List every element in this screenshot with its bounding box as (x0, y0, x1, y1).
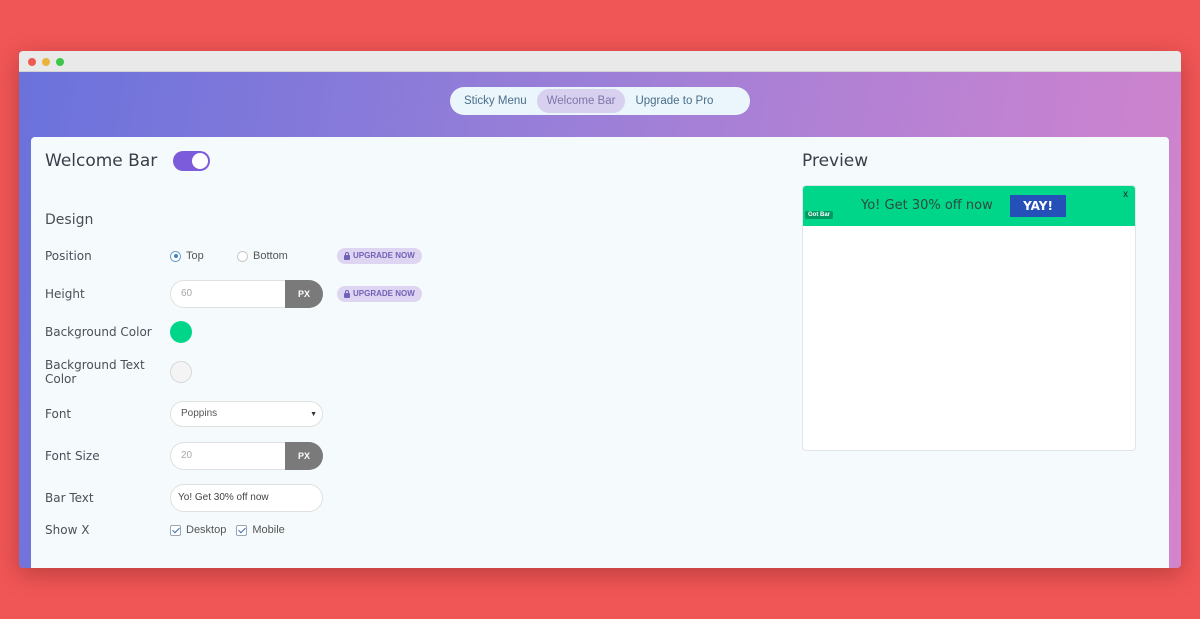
settings-panel: Welcome Bar Design Position Top Bottom U… (31, 137, 1169, 568)
background-text-color-swatch[interactable] (170, 361, 192, 383)
browser-window: Sticky Menu Welcome Bar Upgrade to Pro W… (19, 51, 1181, 568)
height-input[interactable]: 60 (170, 280, 285, 308)
show-x-label: Show X (45, 523, 90, 537)
radio-icon (237, 250, 248, 262)
maximize-window-icon[interactable] (56, 58, 64, 66)
height-unit: PX (285, 280, 323, 308)
minimize-window-icon[interactable] (42, 58, 50, 66)
page-title: Welcome Bar (45, 151, 158, 171)
position-bottom-radio[interactable]: Bottom (237, 250, 337, 262)
font-size-input[interactable]: 20 (170, 442, 285, 470)
close-icon[interactable]: x (1123, 189, 1128, 200)
toggle-knob (192, 153, 209, 169)
font-size-unit: PX (285, 442, 323, 470)
show-x-mobile-checkbox[interactable]: Mobile (236, 524, 285, 536)
background-color-swatch[interactable] (170, 321, 192, 343)
height-row: Height 60 PX UPGRADE NOW (45, 280, 422, 308)
height-input-group: 60 PX (170, 280, 323, 308)
checkbox-icon (170, 524, 181, 536)
font-size-row: Font Size 20 PX (45, 442, 323, 470)
preview-welcome-bar: Yo! Get 30% off now YAY! x Got Bar (803, 186, 1135, 226)
design-section-title: Design (45, 212, 94, 228)
chevron-down-icon: ▼ (310, 411, 317, 418)
desktop-label: Desktop (186, 524, 227, 536)
radio-icon (170, 250, 181, 262)
bar-text-row: Bar Text Yo! Get 30% off now (45, 484, 323, 512)
font-label: Font (45, 407, 72, 421)
height-label: Height (45, 287, 85, 301)
background-text-color-row: Background Text Color (45, 358, 192, 386)
show-x-row: Show X Desktop Mobile (45, 523, 295, 537)
checkbox-icon (236, 524, 248, 536)
background-text-color-label: Background Text Color (45, 358, 145, 386)
upgrade-now-badge[interactable]: UPGRADE NOW (337, 248, 422, 264)
lock-icon (344, 289, 350, 298)
font-select[interactable]: Poppins ▼ (170, 401, 323, 427)
preview-title: Preview (802, 151, 869, 171)
position-radio-group: Top Bottom (170, 250, 337, 262)
preview-bar-text: Yo! Get 30% off now (861, 198, 993, 213)
upgrade-now-badge[interactable]: UPGRADE NOW (337, 286, 422, 302)
welcome-bar-toggle[interactable] (173, 151, 211, 171)
position-label: Position (45, 249, 92, 263)
background-color-label: Background Color (45, 325, 152, 339)
preview-box: Yo! Get 30% off now YAY! x Got Bar (802, 185, 1136, 451)
font-row: Font Poppins ▼ (45, 401, 323, 427)
radio-label-top: Top (186, 250, 204, 262)
page-header: Welcome Bar (45, 151, 211, 171)
tab-upgrade-to-pro[interactable]: Upgrade to Pro (625, 89, 723, 113)
bar-text-label: Bar Text (45, 491, 94, 505)
tab-welcome-bar[interactable]: Welcome Bar (536, 89, 626, 113)
mobile-label: Mobile (252, 524, 285, 536)
position-top-radio[interactable]: Top (170, 250, 237, 262)
background-color-row: Background Color (45, 321, 192, 343)
close-window-icon[interactable] (28, 58, 36, 66)
upgrade-now-label: UPGRADE NOW (353, 289, 415, 298)
font-select-value: Poppins (181, 408, 218, 419)
window-titlebar (19, 51, 1181, 72)
position-row: Position Top Bottom UPGRADE NOW (45, 248, 422, 264)
show-x-desktop-checkbox[interactable]: Desktop (170, 524, 226, 536)
font-size-label: Font Size (45, 449, 100, 463)
tab-sticky-menu[interactable]: Sticky Menu (454, 89, 537, 113)
lock-icon (344, 251, 350, 260)
font-size-input-group: 20 PX (170, 442, 323, 470)
radio-label-bottom: Bottom (253, 250, 288, 262)
brand-badge: Got Bar (805, 211, 834, 219)
bar-text-input[interactable]: Yo! Get 30% off now (170, 484, 323, 512)
tab-bar: Sticky Menu Welcome Bar Upgrade to Pro (450, 87, 750, 115)
upgrade-now-label: UPGRADE NOW (353, 251, 415, 260)
preview-cta-button[interactable]: YAY! (1010, 195, 1066, 217)
